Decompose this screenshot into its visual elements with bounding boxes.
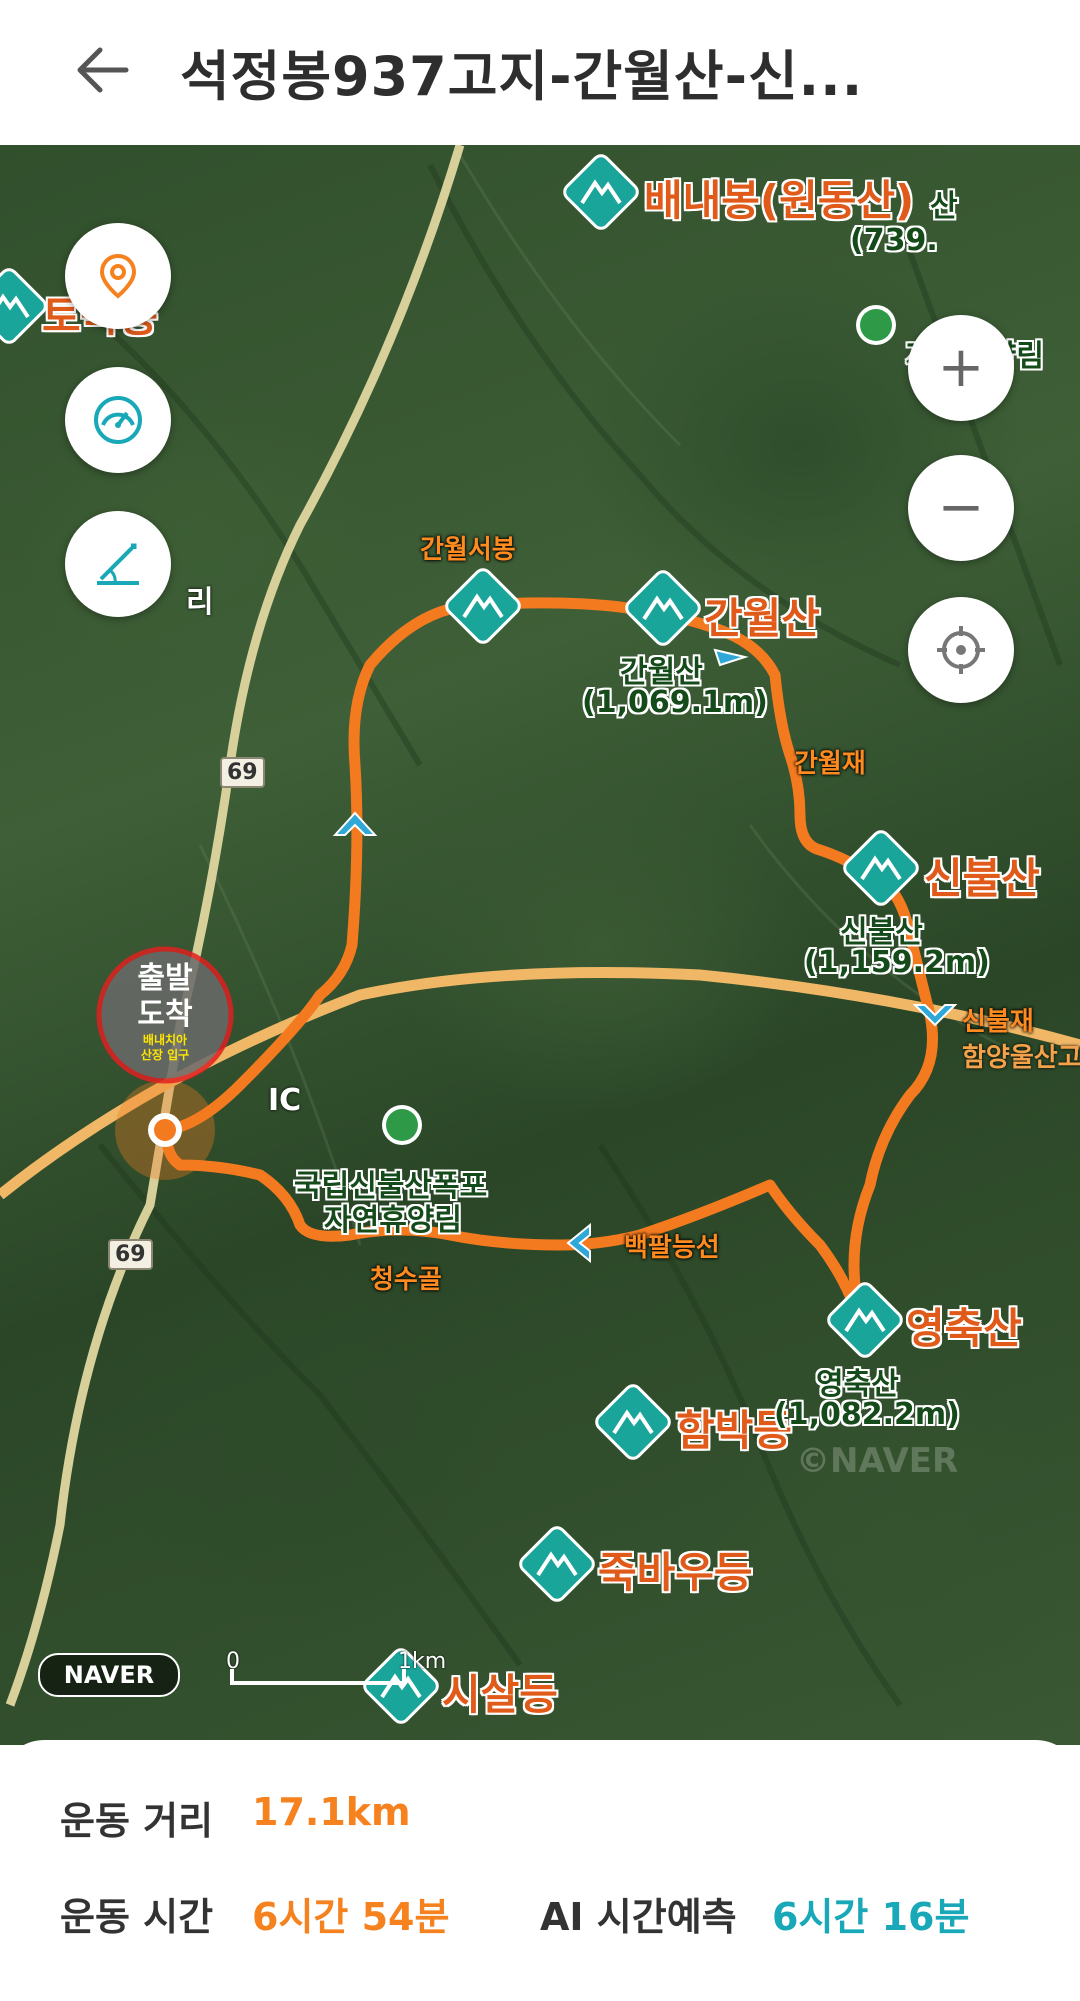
start-sub2: 산장 입구 [140, 1048, 190, 1062]
start-end-marker[interactable]: 출발 도착 배내치아 산장 입구 [99, 951, 231, 1083]
peak-icon-togokbong[interactable] [0, 267, 48, 349]
waypoint-baekpal: 백팔능선 [624, 1233, 720, 1263]
summit-name-right-edge: 산 [930, 189, 958, 224]
speedometer-button[interactable] [65, 367, 171, 473]
scale-bar: 0 1km [226, 1649, 446, 1693]
elevation-profile-button[interactable] [65, 511, 171, 617]
peak-label-jukbawoodeung[interactable]: 죽바우등 [598, 1539, 753, 1600]
peak-icon-yeongchuksan[interactable] [826, 1281, 904, 1363]
elevation-slope-icon [97, 543, 139, 585]
peak-label-baenaebong[interactable]: 배내봉(원동산) [644, 167, 914, 228]
waypoint-cheongsu: 청수골 [370, 1265, 442, 1295]
plus-icon: + [937, 335, 985, 400]
waypoint-sinbuljae: 신불재 [962, 1007, 1034, 1037]
peak-label-sisaldeung[interactable]: 시살등 [442, 1661, 558, 1722]
naver-logo: NAVER [38, 1653, 180, 1697]
minus-icon: − [937, 475, 985, 540]
peak-label-sinbulsan[interactable]: 신불산 [924, 845, 1040, 906]
waypoint-ganwolseobong: 간월서봉 [420, 535, 516, 565]
waypoint-ganwoljae: 간월재 [794, 749, 866, 779]
peak-icon-sinbulsan[interactable] [842, 829, 920, 911]
distance-value: 17.1km [252, 1790, 411, 1834]
start-sub1: 배내치아 [142, 1033, 188, 1047]
distance-label: 운동 거리 [60, 1799, 214, 1843]
peak-icon-jukbawoodeung[interactable] [518, 1525, 596, 1607]
end-label: 도착 [137, 997, 193, 1032]
location-pin-icon [99, 253, 137, 299]
peak-label-yeongchuksan[interactable]: 영축산 [906, 1295, 1022, 1356]
my-location-button[interactable] [908, 597, 1014, 703]
time-value: 6시간 54분 [252, 1895, 450, 1939]
speedometer-icon [94, 396, 142, 444]
road-number-badge: 69 [108, 1239, 153, 1270]
ai-time-label: AI 시간예측 [540, 1895, 737, 1939]
page-title: 석정봉937고지-간월산-신... [180, 45, 864, 108]
location-pin-button[interactable] [65, 223, 171, 329]
summit-elev-sinbulsan: (1,159.2m) [804, 945, 990, 980]
zoom-in-button[interactable]: + [908, 315, 1014, 421]
app-header: 석정봉937고지-간월산-신... [0, 0, 1080, 140]
naver-watermark: ©NAVER [796, 1441, 959, 1481]
peak-icon-ganwolseobong[interactable] [444, 567, 522, 649]
road-number-badge: 69 [220, 757, 265, 788]
peak-label-ganwolsan[interactable]: 간월산 [704, 585, 820, 646]
peak-icon-hambakdeung[interactable] [594, 1383, 672, 1465]
zoom-out-button[interactable]: − [908, 455, 1014, 561]
start-label: 출발 [137, 961, 193, 996]
place-label-ic: IC [268, 1083, 302, 1118]
place-label-forest2: 자연휴양림 [324, 1203, 462, 1238]
workout-stats-panel: 운동 거리 17.1km 운동 시간 6시간 54분 AI 시간예측 6시간 1… [0, 1740, 1080, 2001]
summit-elev-yeongchuksan: (1,082.2m) [774, 1397, 960, 1432]
crosshair-icon [937, 626, 985, 674]
summit-elev-right-edge: (739. [850, 223, 938, 258]
map-view[interactable]: 배내봉(원동산) 간월산 신불산 영축산 함박등 죽바우등 시살등 토곡봉 간월… [0, 145, 1080, 1745]
peak-icon-ganwolsan[interactable] [624, 569, 702, 651]
time-label: 운동 시간 [60, 1895, 214, 1939]
back-arrow-icon[interactable] [70, 38, 134, 102]
place-label-village: 리 [186, 585, 214, 620]
peak-icon-baenaebong[interactable] [562, 153, 640, 235]
ai-time-value: 6시간 16분 [772, 1895, 970, 1939]
place-label-road: 함양울산고 [962, 1043, 1080, 1073]
summit-elev-ganwolsan: (1,069.1m) [582, 685, 768, 720]
